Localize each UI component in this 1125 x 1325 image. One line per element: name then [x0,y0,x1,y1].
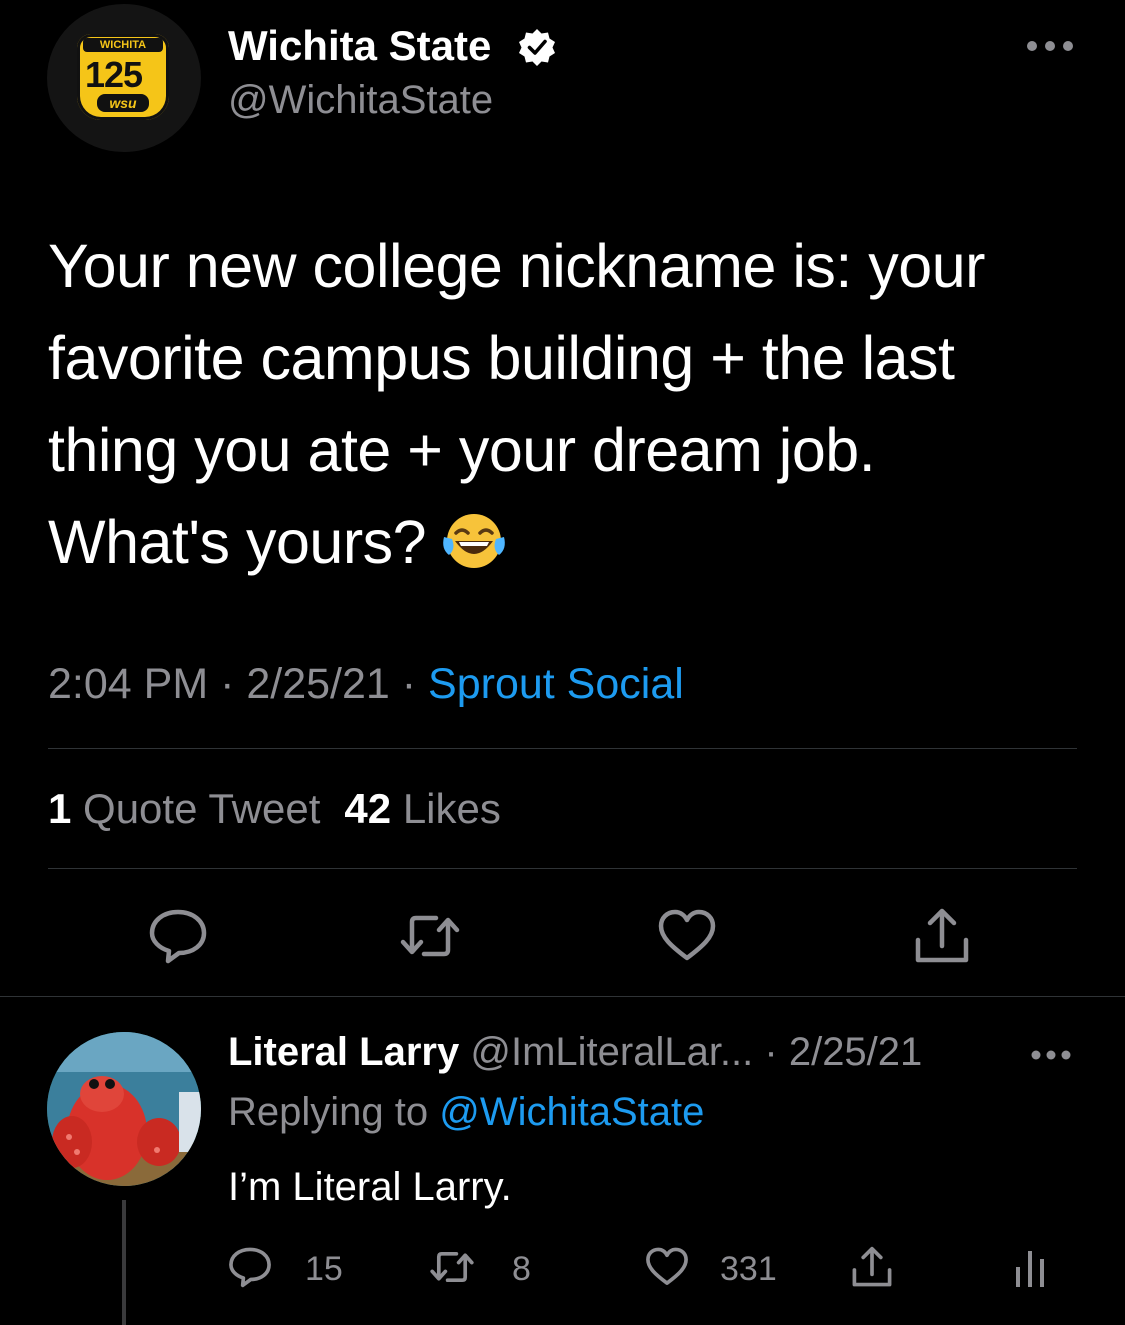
tweet-text: Your new college nickname is: your favor… [48,220,1088,588]
quote-tweets-stat[interactable]: 1 Quote Tweet [48,785,320,832]
reply-share-icon[interactable] [850,1245,894,1289]
author-avatar[interactable]: WICHITA STATE 125 wsu [47,4,201,152]
tweet-text-line: thing you ate + your dream job. [48,416,876,484]
replying-prefix: Replying to [228,1090,440,1134]
divider [0,996,1125,997]
thread-line [122,1200,126,1325]
reply-more-options-icon[interactable] [1030,1046,1072,1064]
quote-label: Quote Tweet [83,785,321,832]
divider [48,748,1077,749]
tweet-text-line: favorite campus building + the last [48,324,955,392]
laughing-crying-emoji-icon [443,514,505,568]
tweet-meta: 2:04 PM · 2/25/21 · Sprout Social [48,660,684,709]
likes-stat[interactable]: 42 Likes [344,785,500,832]
more-options-icon[interactable] [1025,35,1075,57]
quote-count: 1 [48,785,72,832]
university-logo: WICHITA STATE 125 wsu [77,34,169,120]
reply-reply-count: 15 [305,1250,343,1288]
like-icon[interactable] [657,906,717,966]
tweet-source-link[interactable]: Sprout Social [428,660,684,708]
logo-bottom-text: wsu [97,94,149,112]
reply-date-separator: · [753,1030,789,1074]
likes-label: Likes [402,785,501,832]
reply-header: Literal Larry @ImLiteralLar... · 2/25/21 [228,1030,922,1075]
share-icon[interactable] [912,906,972,966]
author-handle[interactable]: @WichitaState [228,78,493,123]
likes-count: 42 [344,785,392,832]
replying-to: Replying to @WichitaState [228,1090,704,1135]
reply-like-icon[interactable] [645,1245,689,1289]
lobster-avatar-image [47,1032,201,1186]
analytics-icon[interactable] [1010,1245,1054,1289]
reply-retweet-count: 8 [512,1250,531,1288]
retweet-icon[interactable] [400,906,460,966]
tweet-time: 2:04 PM [48,660,209,708]
reply-date: 2/25/21 [788,1030,923,1074]
tweet-text-line: What's yours? [48,496,1088,588]
verified-badge-icon [519,29,555,66]
meta-separator: · [208,660,247,708]
reply-author-avatar[interactable] [47,1032,201,1186]
author-name[interactable]: Wichita State [228,22,491,70]
replying-to-mention[interactable]: @WichitaState [439,1090,704,1134]
reply-like-count: 331 [720,1250,777,1288]
logo-number: 125 [85,54,143,95]
tweet-stats: 1 Quote Tweet 42 Likes [48,785,501,833]
reply-author-name[interactable]: Literal Larry [228,1030,459,1074]
reply-retweet-icon[interactable] [430,1245,474,1289]
tweet-text-line: Your new college nickname is: your [48,232,985,300]
reply-icon[interactable] [148,906,208,966]
tweet-text-last: What's yours? [48,508,427,576]
meta-separator: · [389,660,429,708]
reply-author-handle[interactable]: @ImLiteralLar... [470,1030,753,1074]
logo-top-text: WICHITA STATE [83,38,163,65]
reply-text: I’m Literal Larry. [228,1165,512,1209]
divider [48,868,1077,869]
tweet-date: 2/25/21 [246,660,390,708]
reply-reply-icon[interactable] [228,1245,272,1289]
